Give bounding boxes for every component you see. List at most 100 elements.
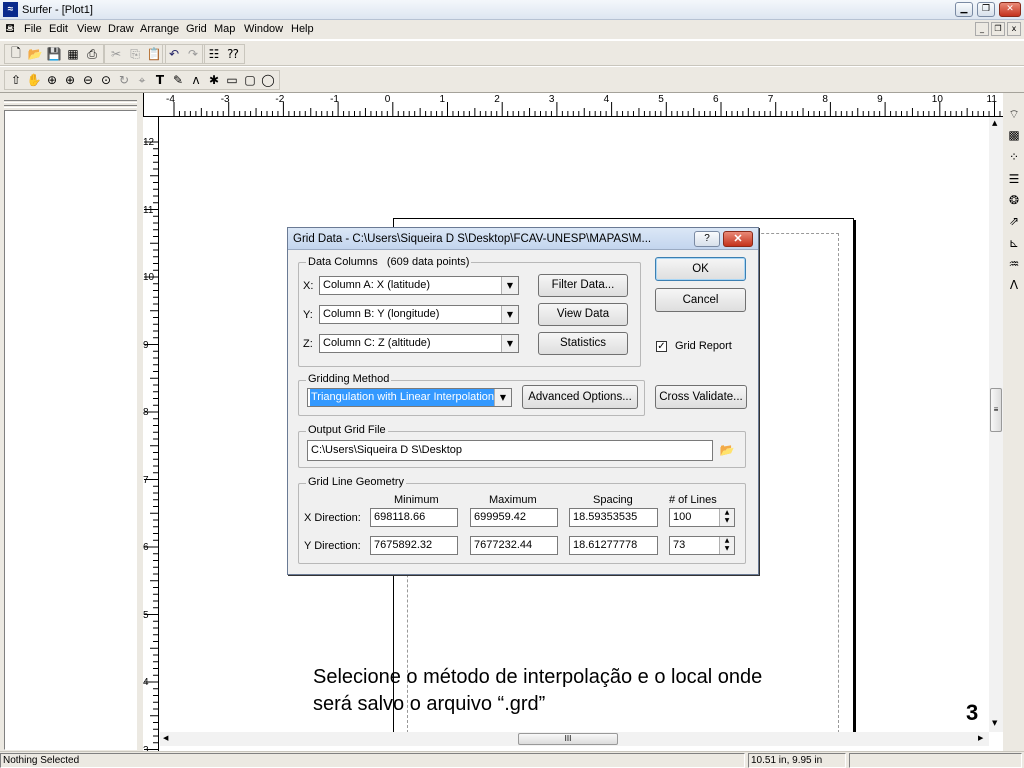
ok-button[interactable]: OK: [655, 257, 746, 281]
horizontal-scroll-thumb[interactable]: III: [518, 733, 618, 745]
cut-icon[interactable]: ✂: [107, 45, 125, 63]
rotate-icon[interactable]: ↻: [115, 71, 133, 89]
y-column-select[interactable]: Column B: Y (longitude) ▼: [319, 305, 519, 324]
rectangle-tool-icon[interactable]: ▭: [223, 71, 241, 89]
advanced-options-button[interactable]: Advanced Options...: [522, 385, 638, 409]
chevron-down-icon[interactable]: ▼: [501, 335, 518, 352]
chevron-down-icon[interactable]: ▼: [494, 389, 511, 406]
z-column-select[interactable]: Column C: Z (altitude) ▼: [319, 334, 519, 353]
zoom-out-icon[interactable]: ⊖: [79, 71, 97, 89]
filter-data-button[interactable]: Filter Data...: [538, 274, 628, 297]
polyline-tool-icon[interactable]: ʌ: [187, 71, 205, 89]
axis-icon[interactable]: ⊾: [1005, 234, 1023, 252]
worksheet-icon[interactable]: ▦: [64, 45, 82, 63]
open-icon[interactable]: 📂: [26, 45, 44, 63]
pane-splitter[interactable]: [4, 100, 137, 103]
view-data-button[interactable]: View Data: [538, 303, 628, 326]
y-spacing-input[interactable]: 18.61277778: [569, 536, 658, 555]
y-maximum-input[interactable]: 7677232.44: [470, 536, 558, 555]
undo-icon[interactable]: ↶: [165, 45, 183, 63]
menu-arrange[interactable]: Arrange: [140, 23, 179, 35]
object-manager-icon[interactable]: ☷: [205, 45, 223, 63]
vector-map-icon[interactable]: ⇗: [1005, 212, 1023, 230]
chevron-down-icon[interactable]: ▼: [501, 306, 518, 323]
select-arrow-icon[interactable]: ⇧: [7, 71, 25, 89]
menu-window[interactable]: Window: [244, 23, 283, 35]
wireframe-icon[interactable]: ♒: [1005, 255, 1023, 273]
dialog-title-bar[interactable]: Grid Data - C:\Users\Siqueira D S\Deskto…: [288, 228, 758, 250]
chevron-down-icon[interactable]: ▼: [501, 277, 518, 294]
context-help-icon[interactable]: ⁇: [224, 45, 242, 63]
y-minimum-input[interactable]: 7675892.32: [370, 536, 458, 555]
surface-icon[interactable]: Λ: [1005, 276, 1023, 294]
scroll-down-arrow-icon[interactable]: ▼: [992, 719, 997, 727]
ruler-label: 2: [494, 94, 500, 105]
image-map-icon[interactable]: ▩: [1005, 126, 1023, 144]
polygon-tool-icon[interactable]: ✎: [169, 71, 187, 89]
spin-arrows-icon[interactable]: ▲ ▼: [719, 537, 734, 554]
ellipse-tool-icon[interactable]: ◯: [259, 71, 277, 89]
mdi-close-button[interactable]: x: [1007, 22, 1021, 36]
paste-icon[interactable]: 📋: [145, 45, 163, 63]
x-spacing-input[interactable]: 18.59353535: [569, 508, 658, 527]
menu-file[interactable]: File: [24, 23, 42, 35]
redo-icon[interactable]: ↷: [184, 45, 202, 63]
dialog-close-button[interactable]: ✕: [723, 231, 753, 247]
ruler-label: 6: [713, 94, 719, 105]
menu-bar: ⛾ File Edit View Draw Arrange Grid Map W…: [0, 20, 1024, 39]
z-column-label: Z:: [303, 338, 313, 350]
restore-button[interactable]: ❐: [977, 2, 995, 17]
scroll-right-arrow-icon[interactable]: ▶: [978, 734, 983, 742]
pane-splitter[interactable]: [4, 105, 137, 108]
dialog-help-button[interactable]: ?: [694, 231, 720, 247]
menu-map[interactable]: Map: [214, 23, 235, 35]
classed-post-icon[interactable]: ☰: [1005, 170, 1023, 188]
pan-hand-icon[interactable]: ✋: [25, 71, 43, 89]
scroll-up-arrow-icon[interactable]: ▲: [992, 119, 997, 127]
contour-map-icon[interactable]: ⌔: [1005, 105, 1023, 123]
print-icon[interactable]: ⎙: [83, 45, 101, 63]
browse-folder-icon[interactable]: 📂: [718, 441, 736, 459]
zoom-rectangle-icon[interactable]: ⊕: [43, 71, 61, 89]
output-grid-file-input[interactable]: C:\Users\Siqueira D S\Desktop: [307, 440, 713, 461]
gridding-method-select[interactable]: Triangulation with Linear Interpolation ▼: [307, 388, 512, 407]
base-map-icon[interactable]: ❂: [1005, 191, 1023, 209]
vertical-scroll-thumb[interactable]: ≡: [990, 388, 1002, 432]
vertical-scrollbar[interactable]: ▲ ≡ ▼: [989, 117, 1003, 732]
x-lines-stepper[interactable]: 100 ▲ ▼: [669, 508, 735, 527]
grid-report-checkbox[interactable]: ✓: [656, 341, 667, 352]
new-icon[interactable]: 🗋: [7, 45, 25, 63]
text-tool-icon[interactable]: T: [151, 71, 169, 89]
document-menu-icon[interactable]: ⛾: [2, 21, 18, 37]
copy-icon[interactable]: ⎘: [126, 45, 144, 63]
mdi-minimize-button[interactable]: _: [975, 22, 989, 36]
menu-edit[interactable]: Edit: [49, 23, 68, 35]
mdi-restore-button[interactable]: ❐: [991, 22, 1005, 36]
minimize-button[interactable]: ▁: [955, 2, 973, 17]
menu-draw[interactable]: Draw: [108, 23, 134, 35]
post-map-icon[interactable]: ⁘: [1005, 148, 1023, 166]
zoom-in-icon[interactable]: ⊕: [61, 71, 79, 89]
cross-validate-button[interactable]: Cross Validate...: [655, 385, 747, 409]
y-lines-stepper[interactable]: 73 ▲ ▼: [669, 536, 735, 555]
spin-arrows-icon[interactable]: ▲ ▼: [719, 509, 734, 526]
reshape-icon[interactable]: ⌖: [133, 71, 151, 89]
close-window-button[interactable]: ✕: [999, 2, 1021, 17]
symbol-tool-icon[interactable]: ✱: [205, 71, 223, 89]
x-column-select[interactable]: Column A: X (latitude) ▼: [319, 276, 519, 295]
rounded-rectangle-tool-icon[interactable]: ▢: [241, 71, 259, 89]
surfer-app-icon[interactable]: ≈: [3, 2, 18, 17]
menu-view[interactable]: View: [77, 23, 101, 35]
menu-help[interactable]: Help: [291, 23, 314, 35]
x-maximum-input[interactable]: 699959.42: [470, 508, 558, 527]
zoom-page-icon[interactable]: ⊙: [97, 71, 115, 89]
horizontal-scrollbar[interactable]: ◀ III ▶: [160, 732, 989, 746]
x-minimum-input[interactable]: 698118.66: [370, 508, 458, 527]
cancel-button[interactable]: Cancel: [655, 288, 746, 312]
menu-grid[interactable]: Grid: [186, 23, 207, 35]
object-manager-tree[interactable]: [4, 110, 137, 750]
scroll-left-arrow-icon[interactable]: ◀: [163, 734, 168, 742]
statistics-button[interactable]: Statistics: [538, 332, 628, 355]
save-icon[interactable]: 💾: [45, 45, 63, 63]
window-title: Surfer - [Plot1]: [22, 4, 93, 16]
